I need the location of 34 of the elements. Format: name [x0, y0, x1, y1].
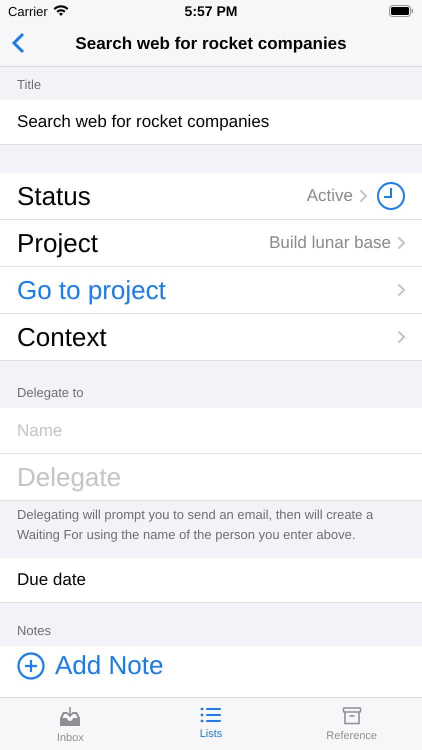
battery-icon — [389, 5, 414, 17]
section-header: Title — [16, 76, 42, 94]
chevron-icon — [359, 189, 368, 203]
section-footer: Delegating will prompt you to send an email, then will create a Waiting For using the name of the person you enter above. — [0, 501, 422, 558]
wifi-icon — [52, 5, 69, 17]
add-icon — [17, 652, 45, 680]
name-field[interactable]: Name — [0, 408, 422, 454]
section-header: Notes — [16, 622, 52, 640]
chevron-icon — [397, 330, 406, 344]
archive-icon — [342, 706, 362, 726]
row-value: Active — [306, 186, 353, 206]
status-row[interactable]: Status Active — [0, 173, 422, 220]
title-field[interactable]: Search web for rocket companies — [0, 100, 422, 145]
window-title: Search web for rocket companies — [75, 34, 347, 54]
back-icon — [12, 32, 25, 54]
row-label: Context — [17, 322, 108, 352]
row-label: Status — [17, 180, 92, 212]
link-row[interactable]: Go to project — [0, 267, 422, 314]
due-date-label[interactable]: Due date — [17, 570, 86, 590]
tab[interactable]: Lists — [140, 698, 282, 750]
add-note-button[interactable]: Add Note — [17, 650, 164, 681]
row-label: Go to project — [17, 274, 167, 306]
section-header: Delegate to — [16, 384, 84, 402]
inbox-icon — [58, 706, 82, 728]
row-value: Build lunar base — [269, 233, 391, 253]
carrier-label: Carrier — [8, 4, 48, 18]
project-row[interactable]: Project Build lunar base — [0, 220, 422, 267]
time-label: 5:57 PM — [184, 3, 238, 19]
row-label: Project — [17, 228, 99, 258]
chevron-icon — [397, 236, 406, 250]
context-row[interactable]: Context — [0, 314, 422, 361]
clock-icon[interactable] — [376, 181, 406, 211]
list-icon — [200, 706, 222, 724]
chevron-icon — [397, 283, 406, 297]
